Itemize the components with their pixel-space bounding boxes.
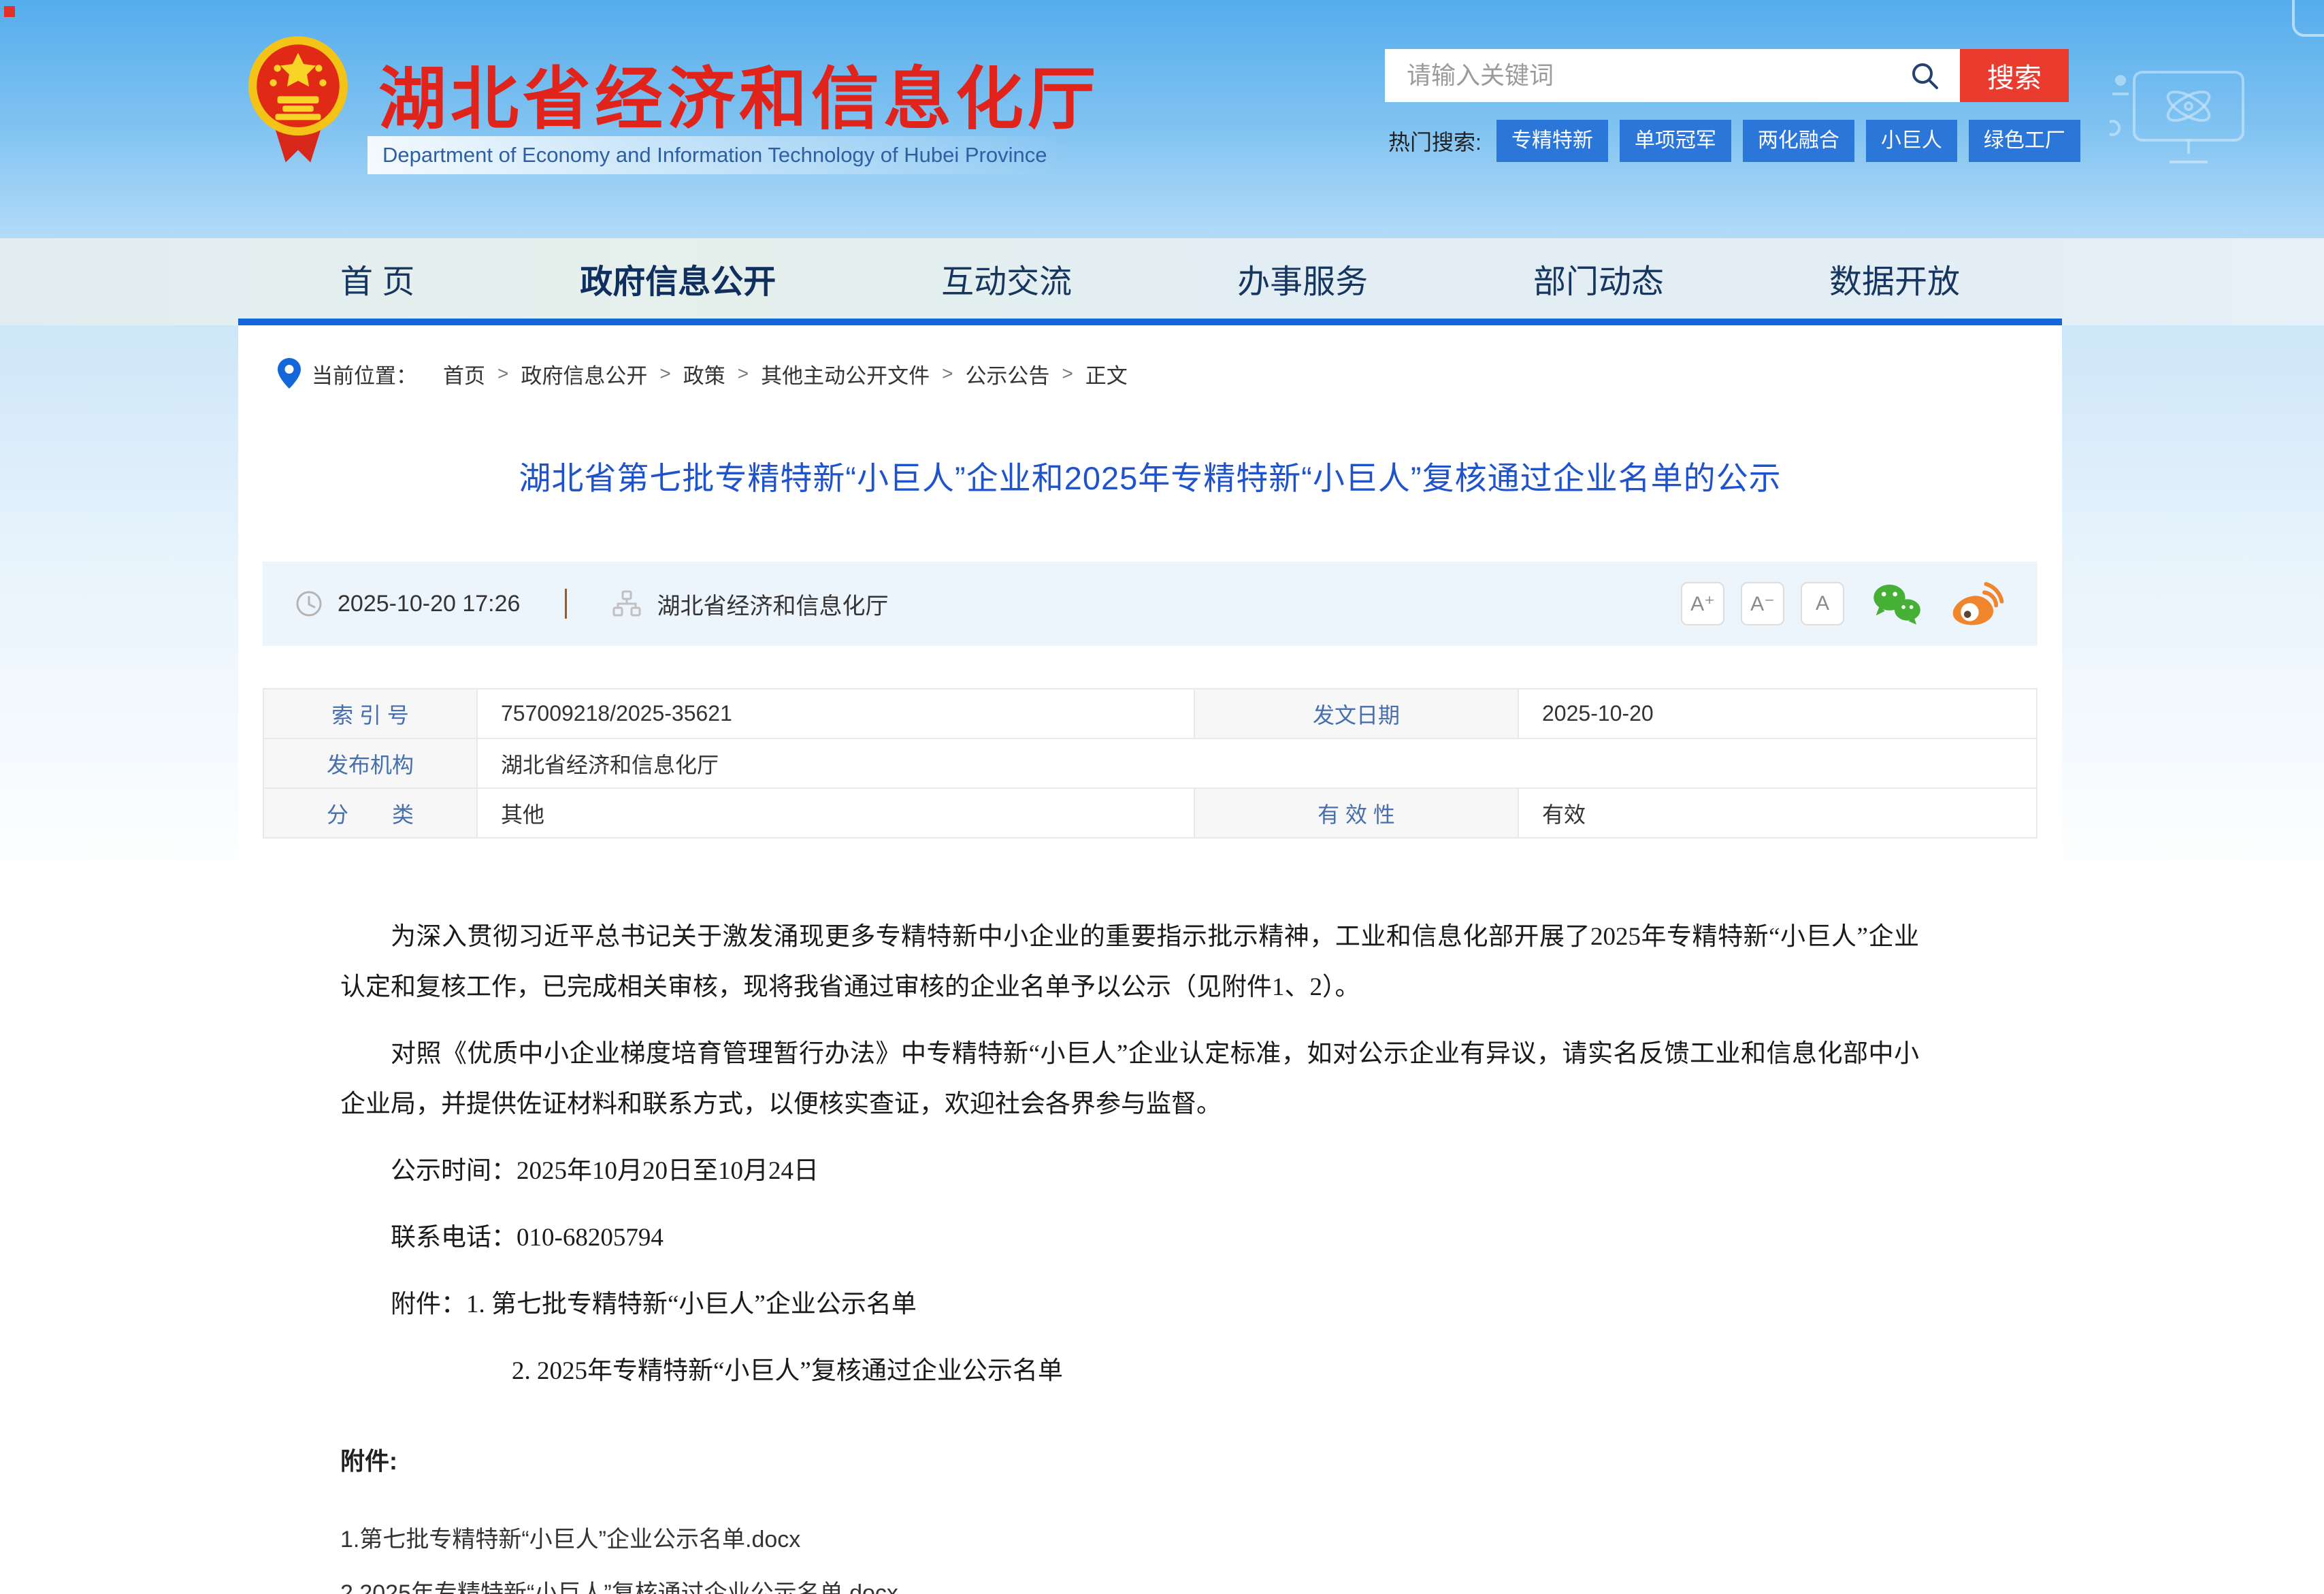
publicity-period-line: 公示时间：2025年10月20日至10月24日: [340, 1146, 1919, 1197]
nav-item-interaction[interactable]: 互动交流: [941, 255, 1072, 302]
category-value: 其他: [477, 788, 1194, 838]
attachment-link-2-suffix: .docx: [843, 1580, 898, 1594]
attachment-link-2-pre: 2.2025年专精特新“小巨人”复核: [340, 1580, 658, 1594]
content-container: 当前位置： 首页 > 政府信息公开 > 政策 > 其他主动公开文件 > 公示公告…: [238, 319, 2062, 1594]
attachment-inline-line-1: 附件：1. 第七批专精特新“小巨人”企业公示名单: [340, 1280, 1919, 1330]
hot-search-tag[interactable]: 专精特新: [1496, 120, 1608, 162]
deco-rounded-outline: [2292, 0, 2324, 37]
hot-search-label: 热门搜索:: [1388, 125, 1482, 157]
font-smaller-button[interactable]: A⁻: [1741, 582, 1784, 625]
source-org-icon: [612, 590, 642, 617]
attachments-heading: 附件:: [340, 1442, 2062, 1477]
hot-search-tag[interactable]: 小巨人: [1866, 120, 1957, 162]
breadcrumb-separator: >: [659, 363, 670, 385]
attachment-link-2[interactable]: 2.2025年专精特新“小巨人”复核通过企业公示名单.docx: [340, 1574, 2062, 1594]
breadcrumb-current: 正文: [1085, 359, 1128, 389]
weibo-share-icon[interactable]: [1950, 581, 2005, 626]
nav-item-home[interactable]: 首 页: [340, 255, 414, 302]
issuing-agency-label: 发布机构: [263, 738, 477, 788]
clock-icon: [295, 590, 323, 617]
meta-left: 2025-10-20 17:26 湖北省经济和信息化厅: [295, 587, 888, 621]
national-emblem-icon: [246, 34, 350, 172]
breadcrumb-gov-info[interactable]: 政府信息公开: [521, 359, 647, 389]
nav-item-services[interactable]: 办事服务: [1237, 255, 1368, 302]
article-source: 湖北省经济和信息化厅: [657, 587, 888, 621]
search-input[interactable]: [1385, 49, 1960, 102]
article-meta-bar: 2025-10-20 17:26 湖北省经济和信息化厅 A⁺ A⁻ A: [263, 562, 2037, 646]
document-info-table: 索 引 号 757009218/2025-35621 发文日期 2025-10-…: [263, 688, 2037, 839]
hot-search-tag[interactable]: 绿色工厂: [1969, 120, 2080, 162]
wechat-share-icon[interactable]: [1871, 583, 1923, 625]
hot-search-tag[interactable]: 单项冠军: [1620, 120, 1731, 162]
issue-date-label: 发文日期: [1194, 689, 1518, 738]
nav-item-open-data[interactable]: 数据开放: [1829, 255, 1960, 302]
category-label: 分 类: [263, 788, 477, 838]
breadcrumb-separator: >: [1062, 363, 1073, 385]
attachment-inline-line-2: 2. 2025年专精特新“小巨人”复核通过企业公示名单: [340, 1346, 1919, 1397]
meta-divider: [565, 589, 567, 619]
meta-right: A⁺ A⁻ A: [1665, 581, 2005, 626]
validity-label: 有 效 性: [1194, 788, 1518, 838]
paragraph: 为深入贯彻习近平总书记关于激发涌现更多专精特新中小企业的重要指示批示精神，工业和…: [340, 912, 1919, 1013]
page: 湖北省经济和信息化厅 Department of Economy and Inf…: [0, 0, 2324, 1594]
validity-value: 有效: [1518, 788, 2037, 838]
page-title: 湖北省第七批专精特新“小巨人”企业和2025年专精特新“小巨人”复核通过企业名单…: [238, 452, 2062, 499]
table-row: 索 引 号 757009218/2025-35621 发文日期 2025-10-…: [263, 689, 2037, 738]
attachments-section: 附件: 1.第七批专精特新“小巨人”企业公示名单.docx 2.2025年专精特…: [340, 1442, 2062, 1594]
hot-search-row: 热门搜索: 专精特新 单项冠军 两化融合 小巨人 绿色工厂: [1388, 120, 2092, 162]
issuing-agency-value: 湖北省经济和信息化厅: [477, 738, 2037, 788]
site-title-english: Department of Economy and Information Te…: [382, 143, 1047, 167]
monitor-atom-deco-icon: [2110, 67, 2259, 176]
breadcrumb-notices[interactable]: 公示公告: [965, 359, 1049, 389]
breadcrumb-separator: >: [497, 363, 508, 385]
corner-red-square: [4, 6, 15, 17]
breadcrumb-label: 当前位置：: [312, 359, 417, 389]
attachment-link-1-text: 1.第七批专精特新“小巨人”企业公示名单.docx: [340, 1527, 800, 1552]
breadcrumb-separator: >: [942, 363, 953, 385]
table-row: 发布机构 湖北省经济和信息化厅: [263, 738, 2037, 788]
site-title: 湖北省经济和信息化厅: [378, 44, 1100, 142]
main-nav: 首 页 政府信息公开 互动交流 办事服务 部门动态 数据开放: [238, 238, 2062, 319]
search-button[interactable]: 搜索: [1960, 49, 2069, 102]
location-pin-icon: [278, 358, 301, 389]
paragraph: 对照《优质中小企业梯度培育管理暂行办法》中专精特新“小巨人”企业认定标准，如对公…: [340, 1029, 1919, 1130]
index-number-label: 索 引 号: [263, 689, 477, 738]
attachment-link-2-underlined: 通过企业公示名单: [658, 1580, 843, 1594]
nav-item-dept-news[interactable]: 部门动态: [1533, 255, 1664, 302]
issue-date-value: 2025-10-20: [1518, 689, 2037, 738]
index-number-value: 757009218/2025-35621: [477, 689, 1194, 738]
breadcrumb-other-docs[interactable]: 其他主动公开文件: [761, 359, 930, 389]
breadcrumb-home[interactable]: 首页: [443, 359, 485, 389]
hot-search-tag[interactable]: 两化融合: [1743, 120, 1854, 162]
site-search: 搜索: [1385, 49, 2069, 102]
breadcrumb-policy[interactable]: 政策: [683, 359, 725, 389]
attachment-link-1[interactable]: 1.第七批专精特新“小巨人”企业公示名单.docx: [340, 1520, 2062, 1554]
publish-datetime: 2025-10-20 17:26: [338, 591, 520, 617]
breadcrumb: 当前位置： 首页 > 政府信息公开 > 政策 > 其他主动公开文件 > 公示公告…: [238, 325, 2062, 389]
breadcrumb-separator: >: [738, 363, 749, 385]
table-row: 分 类 其他 有 效 性 有效: [263, 788, 2037, 838]
nav-item-gov-info[interactable]: 政府信息公开: [580, 255, 776, 302]
contact-phone-line: 联系电话：010-68205794: [340, 1213, 1919, 1263]
font-reset-button[interactable]: A: [1801, 582, 1844, 625]
article-body: 为深入贯彻习近平总书记关于激发涌现更多专精特新中小企业的重要指示批示精神，工业和…: [340, 912, 1919, 1397]
font-larger-button[interactable]: A⁺: [1681, 582, 1724, 625]
